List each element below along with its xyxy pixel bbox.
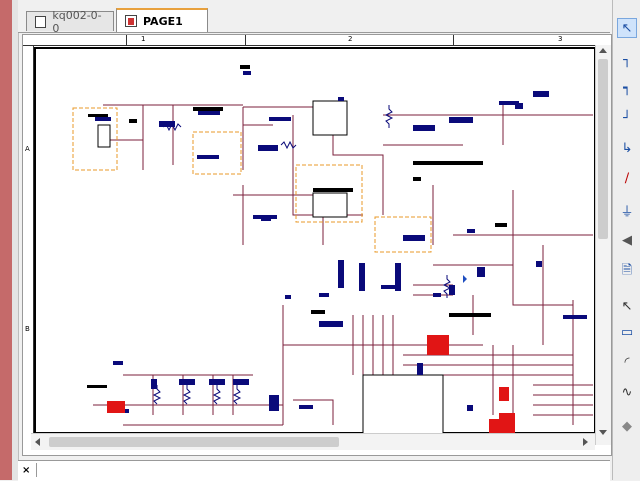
arc-tool-icon[interactable]: ◜ bbox=[617, 352, 637, 372]
schematic-drawing bbox=[34, 47, 595, 433]
status-bar: × bbox=[18, 460, 610, 481]
select-tool-icon[interactable]: ↖ bbox=[617, 18, 637, 38]
wire-tool-icon[interactable]: ┐ bbox=[617, 50, 637, 70]
schematic-icon bbox=[35, 15, 47, 28]
pointer-tool-icon[interactable]: ↖ bbox=[617, 296, 637, 316]
left-panel-edge bbox=[12, 0, 19, 480]
ruler-column-3: 3 bbox=[558, 35, 563, 43]
tab-label: kq002-0-0 bbox=[52, 8, 102, 35]
vertical-scrollbar[interactable] bbox=[595, 45, 611, 445]
eraser-tool-icon[interactable]: ◆ bbox=[617, 416, 637, 436]
offpage-tool-icon[interactable]: ◀ bbox=[617, 230, 637, 250]
left-accent-bar bbox=[0, 0, 12, 480]
text-tool-icon[interactable]: 🗎 bbox=[617, 262, 637, 282]
tab-bar: kq002-0-0 PAGE1 bbox=[18, 0, 610, 35]
ruler-column-1: 1 bbox=[141, 35, 146, 43]
scroll-left-icon[interactable] bbox=[35, 438, 40, 446]
highlighted-parts bbox=[107, 335, 515, 433]
horizontal-scroll-thumb[interactable] bbox=[49, 437, 339, 447]
junction-tool-icon[interactable]: ↳ bbox=[617, 138, 637, 158]
port-tool-icon[interactable]: ▭ bbox=[617, 322, 637, 342]
right-toolbar: ↖ ┐ ┑ ┘ ↳ ∕ ⏚ ◀ 🗎 ↖ ▭ ◜ ∿ ◆ bbox=[612, 0, 640, 480]
page-icon bbox=[125, 15, 137, 27]
ruler-column-2: 2 bbox=[348, 35, 353, 43]
tab-page1[interactable]: PAGE1 bbox=[116, 8, 208, 32]
transistor bbox=[463, 275, 467, 283]
scroll-right-icon[interactable] bbox=[583, 438, 588, 446]
ground-tool-icon[interactable]: ⏚ bbox=[617, 200, 637, 220]
ruler-row-a: A bbox=[25, 145, 30, 153]
horizontal-scrollbar[interactable] bbox=[31, 433, 595, 450]
scroll-down-icon[interactable] bbox=[599, 430, 607, 435]
tab-kq002[interactable]: kq002-0-0 bbox=[26, 9, 114, 35]
polyline-tool-icon[interactable]: ∿ bbox=[617, 382, 637, 402]
vertical-scroll-thumb[interactable] bbox=[598, 59, 608, 239]
net-tool-icon[interactable]: ┘ bbox=[617, 108, 637, 128]
bus-tool-icon[interactable]: ┑ bbox=[617, 78, 637, 98]
part-tool-icon[interactable]: ∕ bbox=[617, 168, 637, 188]
net-label-bars bbox=[87, 65, 507, 388]
command-line[interactable] bbox=[36, 463, 597, 477]
component-groups bbox=[72, 107, 432, 253]
schematic-canvas[interactable]: 1 2 3 A B bbox=[22, 34, 612, 456]
ruler-row-b: B bbox=[25, 325, 30, 333]
tab-label: PAGE1 bbox=[143, 14, 183, 28]
close-icon[interactable]: × bbox=[22, 465, 30, 476]
scroll-up-icon[interactable] bbox=[599, 48, 607, 53]
passives bbox=[152, 105, 452, 405]
